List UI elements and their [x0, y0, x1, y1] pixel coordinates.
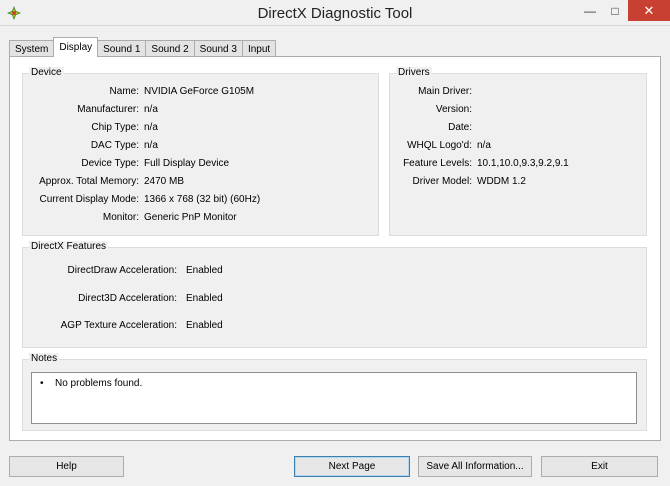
tab-sound-1[interactable]: Sound 1: [97, 40, 147, 57]
device-row-memory: Approx. Total Memory: 2470 MB: [23, 174, 380, 188]
tab-sound-2[interactable]: Sound 2: [145, 40, 195, 57]
device-group-title: Device: [29, 67, 64, 78]
driver-label: WHQL Logo'd:: [407, 139, 472, 151]
close-icon: ✕: [643, 2, 655, 18]
device-label: Current Display Mode:: [39, 193, 139, 205]
device-row-name: Name: NVIDIA GeForce G105M: [23, 84, 380, 98]
device-label: Approx. Total Memory:: [39, 175, 139, 187]
device-value: n/a: [144, 139, 158, 151]
driver-label: Feature Levels:: [403, 157, 472, 169]
maximize-button[interactable]: □: [604, 0, 626, 21]
drivers-group: Drivers Main Driver: Version: Date: WHQL…: [389, 67, 648, 236]
device-row-chip-type: Chip Type: n/a: [23, 120, 380, 134]
device-row-device-type: Device Type: Full Display Device: [23, 156, 380, 170]
device-label: Manufacturer:: [77, 103, 139, 115]
next-page-button[interactable]: Next Page: [294, 456, 410, 477]
driver-label: Driver Model:: [412, 175, 472, 187]
maximize-icon: □: [611, 3, 619, 18]
feature-value: Enabled: [186, 292, 223, 304]
feature-row-direct3d: Direct3D Acceleration: Enabled: [23, 291, 648, 305]
device-group: Device Name: NVIDIA GeForce G105M Manufa…: [22, 67, 380, 236]
device-row-manufacturer: Manufacturer: n/a: [23, 102, 380, 116]
device-label: Monitor:: [102, 211, 139, 223]
device-value: 1366 x 768 (32 bit) (60Hz): [144, 193, 261, 205]
feature-label: AGP Texture Acceleration:: [60, 319, 177, 331]
features-group-title: DirectX Features: [29, 241, 109, 252]
tab-strip: System Display Sound 1 Sound 2 Sound 3 I…: [9, 37, 277, 57]
driver-row-feature-levels: Feature Levels: 10.1,10.0,9.3,9.2,9.1: [390, 156, 648, 170]
save-all-information-button[interactable]: Save All Information...: [418, 456, 532, 477]
device-row-display-mode: Current Display Mode: 1366 x 768 (32 bit…: [23, 192, 380, 206]
driver-label: Main Driver:: [418, 85, 472, 97]
device-value: NVIDIA GeForce G105M: [144, 85, 255, 97]
device-row-dac-type: DAC Type: n/a: [23, 138, 380, 152]
exit-button[interactable]: Exit: [541, 456, 658, 477]
notes-item: No problems found.: [55, 378, 143, 389]
tab-sound-3[interactable]: Sound 3: [193, 40, 243, 57]
driver-row-main: Main Driver:: [390, 84, 648, 98]
driver-label: Date:: [448, 121, 472, 133]
device-value: Full Display Device: [144, 157, 230, 169]
device-value: n/a: [144, 103, 158, 115]
device-label: Name:: [109, 85, 139, 97]
minimize-icon: —: [584, 3, 596, 18]
bullet-icon: •: [40, 378, 44, 389]
minimize-button[interactable]: —: [578, 0, 602, 21]
driver-value: WDDM 1.2: [477, 175, 526, 187]
device-row-monitor: Monitor: Generic PnP Monitor: [23, 210, 380, 224]
driver-row-version: Version:: [390, 102, 648, 116]
device-value: n/a: [144, 121, 158, 133]
driver-row-whql: WHQL Logo'd: n/a: [390, 138, 648, 152]
notes-group-title: Notes: [29, 353, 60, 364]
notes-group: Notes • No problems found.: [22, 353, 647, 431]
feature-value: Enabled: [186, 264, 223, 276]
driver-value: n/a: [477, 139, 491, 151]
tab-input[interactable]: Input: [241, 40, 277, 57]
tab-system[interactable]: System: [9, 40, 55, 57]
notes-text-area[interactable]: • No problems found.: [31, 372, 637, 424]
tab-display[interactable]: Display: [53, 37, 99, 57]
close-button[interactable]: ✕: [628, 0, 670, 21]
driver-label: Version:: [435, 103, 472, 115]
driver-row-driver-model: Driver Model: WDDM 1.2: [390, 174, 648, 188]
device-value: Generic PnP Monitor: [144, 211, 237, 223]
feature-label: DirectDraw Acceleration:: [67, 264, 177, 276]
window-title: DirectX Diagnostic Tool: [257, 5, 413, 22]
feature-value: Enabled: [186, 319, 223, 331]
driver-value: 10.1,10.0,9.3,9.2,9.1: [477, 157, 569, 169]
drivers-group-title: Drivers: [396, 67, 432, 78]
directx-features-group: DirectX Features DirectDraw Acceleration…: [22, 241, 648, 348]
title-bar: DirectX Diagnostic Tool — □ ✕: [0, 0, 670, 26]
device-value: 2470 MB: [144, 175, 185, 187]
help-button[interactable]: Help: [9, 456, 124, 477]
device-label: Device Type:: [81, 157, 139, 169]
feature-row-agp-texture: AGP Texture Acceleration: Enabled: [23, 318, 648, 332]
feature-label: Direct3D Acceleration:: [78, 292, 177, 304]
device-label: Chip Type:: [91, 121, 139, 133]
driver-row-date: Date:: [390, 120, 648, 134]
device-label: DAC Type:: [90, 139, 139, 151]
display-tab-panel: Device Name: NVIDIA GeForce G105M Manufa…: [9, 56, 661, 441]
feature-row-directdraw: DirectDraw Acceleration: Enabled: [23, 263, 648, 277]
